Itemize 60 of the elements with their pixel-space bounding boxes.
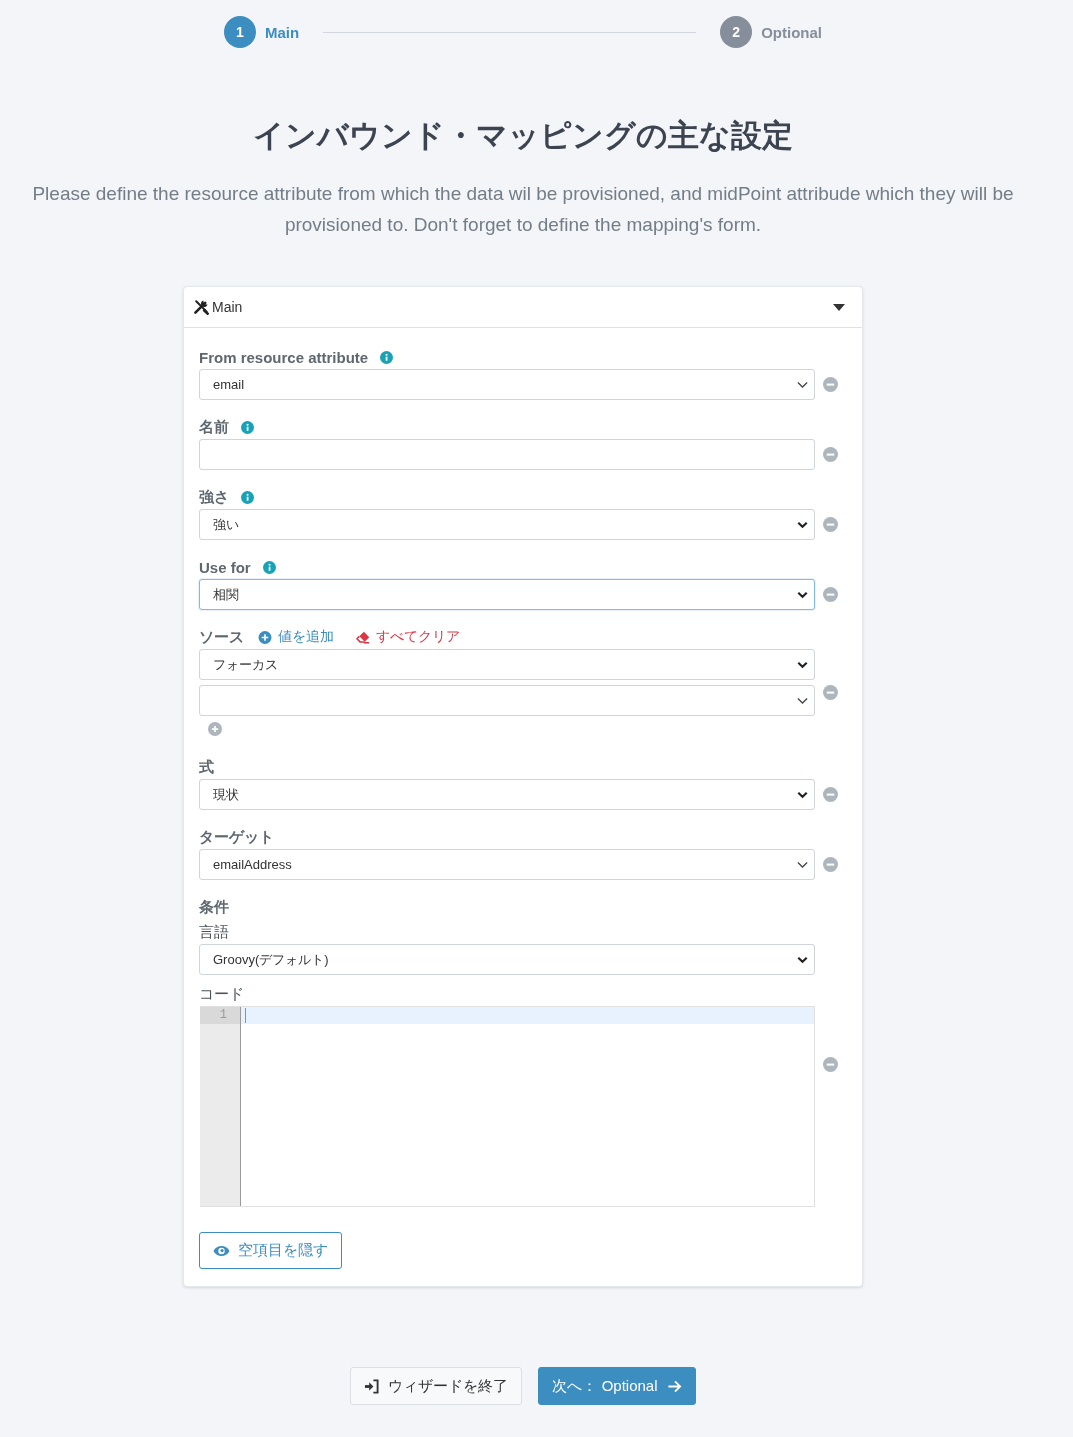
exit-icon bbox=[364, 1378, 380, 1394]
plus-circle-icon bbox=[258, 630, 272, 644]
hide-empty-button[interactable]: 空項目を隠す bbox=[199, 1232, 342, 1269]
select-field[interactable]: 現状 bbox=[199, 779, 815, 810]
select-field[interactable]: emailAddress bbox=[199, 849, 815, 880]
add-value-link[interactable]: 値を追加 bbox=[258, 628, 334, 646]
page-description: Please define the resource attribute from which the data wil be provisioned, and midPoint attribude which they will be provisioned to. Don't forget to define the mapping's form. bbox=[31, 182, 1015, 237]
field-label: コード bbox=[199, 984, 245, 1004]
field-label: 言語 bbox=[199, 922, 230, 942]
field-label: 式 bbox=[199, 757, 214, 777]
text-input[interactable] bbox=[199, 439, 815, 470]
info-icon[interactable] bbox=[262, 560, 276, 574]
line-number: 1 bbox=[200, 1007, 240, 1024]
arrow-right-icon bbox=[666, 1378, 682, 1394]
remove-icon[interactable] bbox=[823, 857, 838, 872]
select-field[interactable]: email bbox=[199, 369, 815, 400]
eraser-icon bbox=[356, 630, 370, 644]
step-number-badge: 2 bbox=[720, 16, 753, 48]
field-label: 名前 bbox=[199, 417, 229, 437]
wizard-step[interactable]: 1 Main bbox=[224, 16, 300, 48]
remove-icon[interactable] bbox=[823, 447, 838, 462]
add-icon[interactable] bbox=[208, 722, 222, 736]
next-button[interactable]: 次へ： Optional bbox=[538, 1367, 696, 1405]
select-field[interactable]: 相関 bbox=[199, 579, 815, 610]
chevron-down-icon bbox=[797, 696, 808, 705]
field-label: 条件 bbox=[199, 897, 229, 917]
chevron-down-icon bbox=[797, 660, 808, 669]
remove-icon[interactable] bbox=[823, 517, 838, 532]
info-icon[interactable] bbox=[241, 420, 254, 434]
chevron-down-icon bbox=[797, 955, 808, 964]
panel-title: Main bbox=[212, 299, 244, 315]
exit-wizard-button[interactable]: ウィザードを終了 bbox=[350, 1367, 523, 1405]
info-icon[interactable] bbox=[380, 350, 394, 364]
remove-icon[interactable] bbox=[823, 685, 838, 700]
remove-icon[interactable] bbox=[823, 587, 838, 602]
remove-icon[interactable] bbox=[823, 787, 838, 802]
text-cursor bbox=[245, 1008, 246, 1023]
chevron-down-icon bbox=[797, 520, 808, 529]
page-heading: インバウンド・マッピングの主な設定 bbox=[252, 117, 794, 155]
eye-icon bbox=[213, 1244, 230, 1257]
select-field[interactable]: 強い bbox=[199, 509, 815, 540]
remove-icon[interactable] bbox=[823, 377, 838, 392]
step-number-badge: 1 bbox=[224, 16, 256, 48]
select-field[interactable] bbox=[199, 685, 815, 716]
clear-all-link[interactable]: すべてクリア bbox=[356, 628, 460, 646]
info-icon[interactable] bbox=[241, 490, 254, 504]
remove-icon[interactable] bbox=[823, 1057, 838, 1072]
chevron-down-icon bbox=[797, 380, 808, 389]
tools-icon bbox=[193, 299, 209, 315]
field-label: Use for bbox=[199, 558, 251, 576]
field-label: From resource attribute bbox=[199, 348, 369, 366]
chevron-down-icon bbox=[797, 860, 808, 869]
select-field[interactable]: フォーカス bbox=[199, 649, 815, 680]
chevron-down-icon bbox=[797, 590, 808, 599]
field-label: ソース bbox=[199, 627, 244, 647]
field-label: 強さ bbox=[199, 487, 229, 507]
caret-down-icon[interactable] bbox=[833, 303, 845, 311]
chevron-down-icon bbox=[797, 790, 808, 799]
select-field[interactable]: Groovy(デフォルト) bbox=[199, 944, 815, 975]
field-label: ターゲット bbox=[199, 827, 274, 847]
